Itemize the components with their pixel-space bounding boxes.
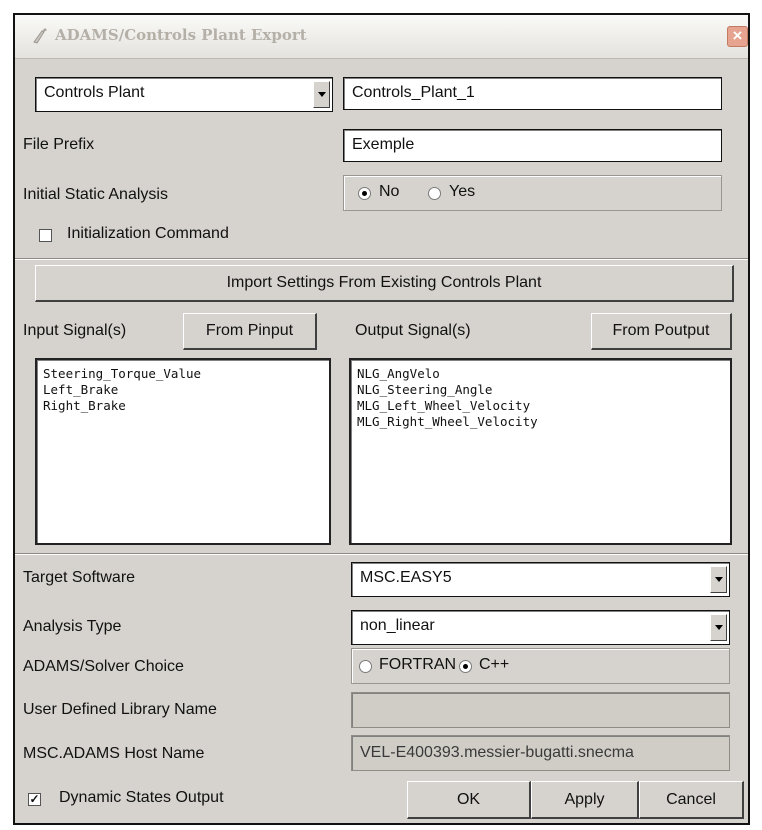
target-software-label: Target Software xyxy=(23,569,136,586)
list-item[interactable]: Right_Brake xyxy=(43,398,329,414)
title-bar[interactable]: ADAMS/Controls Plant Export × xyxy=(15,15,748,59)
radio-fortran-label[interactable]: FORTRAN xyxy=(379,656,456,674)
radio-yes-icon[interactable] xyxy=(428,187,441,200)
initial-static-radio-group: No Yes xyxy=(343,175,722,211)
plant-type-select[interactable]: Controls Plant xyxy=(35,77,333,112)
list-item[interactable]: MLG_Left_Wheel_Velocity xyxy=(357,398,730,414)
target-software-select[interactable]: MSC.EASY5 xyxy=(351,562,730,597)
dropdown-arrow-icon[interactable] xyxy=(710,614,727,641)
analysis-type-value: non_linear xyxy=(360,617,435,634)
app-icon xyxy=(33,28,47,44)
analysis-type-select[interactable]: non_linear xyxy=(351,610,730,645)
ok-button[interactable]: OK xyxy=(407,781,531,819)
separator xyxy=(15,258,748,260)
dynamic-states-checkbox[interactable]: ✓ xyxy=(28,793,41,806)
dropdown-arrow-icon[interactable] xyxy=(710,566,727,593)
separator xyxy=(15,553,748,555)
list-item[interactable]: MLG_Right_Wheel_Velocity xyxy=(357,414,730,430)
file-prefix-field[interactable]: Exemple xyxy=(343,129,722,162)
init-command-label[interactable]: Initialization Command xyxy=(67,225,229,243)
apply-button[interactable]: Apply xyxy=(531,781,639,819)
import-settings-button[interactable]: Import Settings From Existing Controls P… xyxy=(35,265,734,302)
radio-cpp-icon[interactable] xyxy=(459,660,472,673)
list-item[interactable]: Steering_Torque_Value xyxy=(43,366,329,382)
list-item[interactable]: NLG_AngVelo xyxy=(357,366,730,382)
close-icon[interactable]: × xyxy=(727,26,748,47)
analysis-type-label: Analysis Type xyxy=(23,618,122,635)
radio-yes-label[interactable]: Yes xyxy=(449,183,475,201)
target-software-value: MSC.EASY5 xyxy=(360,569,452,586)
initial-static-label: Initial Static Analysis xyxy=(23,186,168,203)
list-item[interactable]: Left_Brake xyxy=(43,382,329,398)
window-title: ADAMS/Controls Plant Export xyxy=(55,26,307,44)
dropdown-arrow-icon[interactable] xyxy=(313,81,330,108)
file-prefix-label: File Prefix xyxy=(23,136,95,153)
init-command-checkbox[interactable] xyxy=(39,229,52,242)
solver-choice-radio-group: FORTRAN C++ xyxy=(351,648,730,684)
radio-fortran-icon[interactable] xyxy=(359,660,372,673)
user-library-label: User Defined Library Name xyxy=(23,701,217,718)
user-library-field xyxy=(351,692,730,728)
from-pinput-button[interactable]: From Pinput xyxy=(183,313,317,350)
host-name-label: MSC.ADAMS Host Name xyxy=(23,745,205,762)
output-signals-label: Output Signal(s) xyxy=(355,322,471,339)
list-item[interactable]: NLG_Steering_Angle xyxy=(357,382,730,398)
host-name-field: VEL-E400393.messier-bugatti.snecma xyxy=(351,735,730,771)
plant-type-value: Controls Plant xyxy=(44,84,145,101)
input-signals-list[interactable]: Steering_Torque_Value Left_Brake Right_B… xyxy=(35,358,331,545)
output-signals-list[interactable]: NLG_AngVelo NLG_Steering_Angle MLG_Left_… xyxy=(349,358,732,545)
radio-cpp-label[interactable]: C++ xyxy=(479,656,509,674)
plant-export-dialog: ADAMS/Controls Plant Export × Controls P… xyxy=(13,13,750,825)
input-signals-label: Input Signal(s) xyxy=(23,322,127,339)
dynamic-states-label[interactable]: Dynamic States Output xyxy=(59,789,224,807)
cancel-button[interactable]: Cancel xyxy=(639,781,744,819)
solver-choice-label: ADAMS/Solver Choice xyxy=(23,658,184,675)
radio-no-icon[interactable] xyxy=(358,187,371,200)
plant-name-field[interactable]: Controls_Plant_1 xyxy=(343,77,722,110)
radio-no-label[interactable]: No xyxy=(379,183,399,201)
from-poutput-button[interactable]: From Poutput xyxy=(591,313,732,350)
